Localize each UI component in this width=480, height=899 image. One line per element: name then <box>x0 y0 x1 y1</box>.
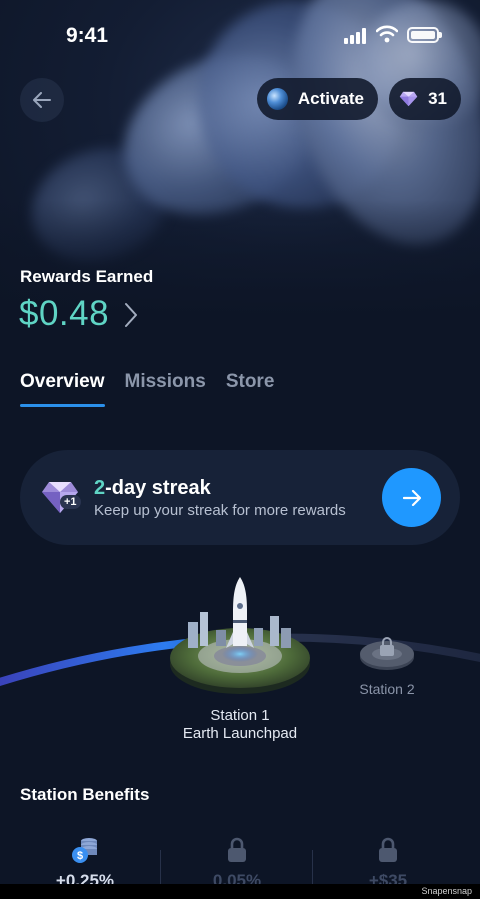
status-bar: 9:41 <box>0 0 480 70</box>
rewards-screen: 9:41 Activate 31 Rewards Earned $0.48 Ov… <box>0 0 480 884</box>
diamond-icon <box>399 91 418 107</box>
battery-icon <box>407 27 442 43</box>
watermark-bar: Snapensnap <box>0 884 480 899</box>
tab-missions[interactable]: Missions <box>125 371 206 407</box>
arrow-left-icon <box>33 92 51 108</box>
station-1-subtitle: Earth Launchpad <box>182 725 298 742</box>
rewards-earned-label: Rewards Earned <box>20 267 154 286</box>
benefit-value-1: +0.25% <box>55 871 115 884</box>
streak-title: 2-day streak <box>94 477 211 500</box>
arrow-right-icon <box>402 489 421 506</box>
streak-subtitle: Keep up your streak for more rewards <box>94 502 346 519</box>
status-time: 9:41 <box>66 24 109 47</box>
rewards-earned-value[interactable]: $0.48 <box>19 294 109 334</box>
globe-icon <box>267 88 288 110</box>
streak-card[interactable]: +1 2-day streak Keep up your streak for … <box>20 450 460 545</box>
station-1-launchpad-image[interactable] <box>168 572 312 697</box>
lock-icon <box>380 637 394 656</box>
streak-count: 2 <box>94 477 106 499</box>
activate-label: Activate <box>297 89 364 108</box>
streak-bonus-badge: +1 <box>60 495 81 509</box>
benefit-item-2: 0.05% <box>177 835 297 884</box>
streak-title-text: -day streak <box>105 477 211 499</box>
gem-balance-button[interactable]: 31 <box>389 78 461 120</box>
station-1-name: Station 1 <box>210 707 270 724</box>
benefit-divider <box>160 850 161 884</box>
gem-count: 31 <box>428 89 447 108</box>
signal-icon <box>344 28 370 44</box>
benefit-item-3: +$35 <box>328 835 448 884</box>
chevron-right-icon[interactable] <box>123 302 139 328</box>
lock-icon <box>379 837 397 862</box>
station-1-label: Station 1 Earth Launchpad <box>160 707 320 743</box>
activate-button[interactable]: Activate <box>257 78 378 120</box>
benefit-divider <box>312 850 313 884</box>
coins-icon: $ <box>72 838 97 863</box>
back-button[interactable] <box>20 78 64 122</box>
wifi-icon <box>376 25 398 43</box>
tab-store[interactable]: Store <box>226 371 275 407</box>
lock-icon <box>228 837 246 862</box>
station-benefits-title: Station Benefits <box>20 785 150 804</box>
watermark-text: Snapensnap <box>421 886 472 896</box>
station-2-locked-image[interactable] <box>358 633 416 673</box>
benefit-item-1: $ +0.25% <box>25 835 145 884</box>
tab-bar: Overview Missions Store <box>20 371 274 407</box>
svg-text:$: $ <box>77 850 83 862</box>
tab-overview[interactable]: Overview <box>20 371 105 407</box>
station-2-label: Station 2 <box>359 681 415 697</box>
streak-go-button[interactable] <box>382 468 441 527</box>
benefit-value-2: 0.05% <box>212 871 262 884</box>
benefit-value-3: +$35 <box>368 871 408 884</box>
